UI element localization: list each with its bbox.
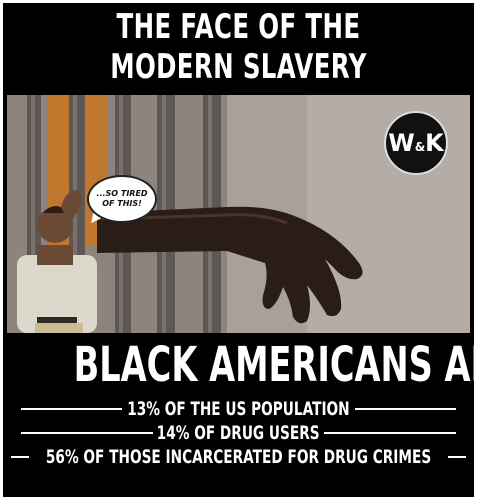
stat-row: 14% OF DRUG USERS	[3, 422, 474, 444]
poster: THE FACE OF THE MODERN SLAVERY W & K ...…	[3, 3, 474, 497]
divider-left	[21, 432, 154, 434]
logo-letter-w: W	[388, 129, 415, 157]
divider-right	[354, 408, 456, 410]
speech-bubble-line-2: OF THIS!	[102, 199, 142, 208]
speech-bubble: ...SO TIRED OF THIS!	[87, 175, 157, 223]
logo-ampersand: &	[414, 140, 426, 154]
stat-text: 14% OF DRUG USERS	[157, 422, 320, 444]
headline: BLACK AMERICANS ARE	[73, 337, 474, 393]
stat-row: 13% OF THE US POPULATION	[3, 398, 474, 420]
title-line-2: MODERN SLAVERY	[110, 47, 367, 87]
speech-bubble-line-1: ...SO TIRED	[96, 189, 148, 198]
logo-letter-k: K	[425, 129, 444, 157]
divider-right	[323, 432, 457, 434]
poster-title: THE FACE OF THE MODERN SLAVERY	[69, 7, 408, 87]
stat-row: 56% OF THOSE INCARCERATED FOR DRUG CRIME…	[3, 446, 474, 468]
title-line-1: THE FACE OF THE	[116, 7, 361, 47]
divider-left	[11, 456, 29, 458]
divider-left	[21, 408, 123, 410]
divider-right	[448, 456, 466, 458]
wk-logo: W & K	[384, 111, 448, 175]
stat-text: 13% OF THE US POPULATION	[127, 398, 350, 420]
stat-text: 56% OF THOSE INCARCERATED FOR DRUG CRIME…	[45, 446, 432, 468]
